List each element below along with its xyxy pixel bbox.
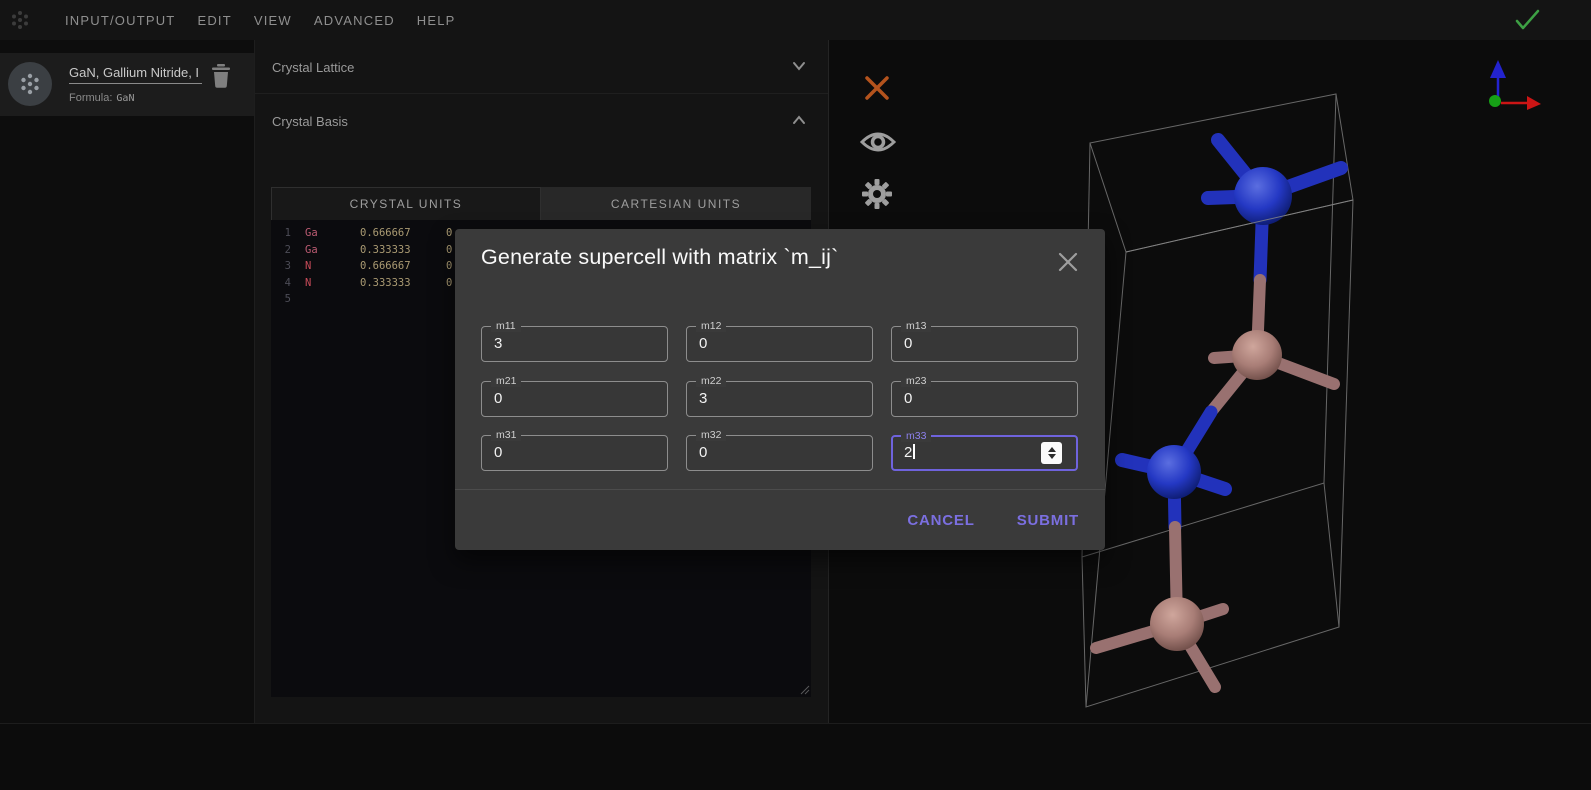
- material-formula-value: GaN: [116, 93, 134, 104]
- main-menu: INPUT/OUTPUT EDIT VIEW ADVANCED HELP: [0, 13, 456, 28]
- text-caret: [913, 444, 915, 459]
- material-name-field[interactable]: GaN, Gallium Nitride, I: [69, 65, 202, 84]
- delete-material-button[interactable]: [209, 63, 233, 89]
- menu-item-help[interactable]: HELP: [417, 13, 456, 28]
- dialog-title: Generate supercell with matrix `m_ij`: [481, 245, 838, 270]
- tab-cartesian-units[interactable]: CARTESIAN UNITS: [541, 187, 811, 220]
- units-tabs: CRYSTAL UNITS CARTESIAN UNITS: [271, 187, 811, 220]
- app-logo-icon: [8, 8, 32, 32]
- atoms-and-bonds: [1096, 140, 1341, 687]
- close-icon[interactable]: [1055, 249, 1081, 275]
- matrix-input-m12[interactable]: m12 0: [686, 326, 873, 362]
- menu-item-edit[interactable]: EDIT: [197, 13, 231, 28]
- materials-designer-app: INPUT/OUTPUT EDIT VIEW ADVANCED HELP GaN: [0, 0, 1591, 790]
- section-label: Crystal Basis: [272, 114, 348, 129]
- matrix-input-m33[interactable]: m33 2: [891, 435, 1078, 471]
- axes-widget: [1489, 60, 1541, 110]
- material-formula: Formula:GaN: [69, 92, 134, 104]
- app-bar: INPUT/OUTPUT EDIT VIEW ADVANCED HELP: [0, 0, 1591, 40]
- saved-check-icon: [1511, 6, 1543, 34]
- material-list-item[interactable]: GaN, Gallium Nitride, I Formula:GaN: [0, 53, 254, 116]
- chevron-up-icon: [792, 115, 806, 125]
- submit-button[interactable]: SUBMIT: [1017, 512, 1079, 529]
- matrix-input-m23[interactable]: m23 0: [891, 381, 1078, 417]
- sidebar: GaN, Gallium Nitride, I Formula:GaN: [0, 40, 255, 723]
- cancel-button[interactable]: CANCEL: [907, 512, 974, 529]
- dialog-footer: CANCEL SUBMIT: [455, 490, 1105, 550]
- matrix-input-m31[interactable]: m31 0: [481, 435, 668, 471]
- matrix-input-m22[interactable]: m22 3: [686, 381, 873, 417]
- matrix-input-m13[interactable]: m13 0: [891, 326, 1078, 362]
- stepper-down-icon[interactable]: [1048, 454, 1056, 459]
- chevron-down-icon: [792, 61, 806, 71]
- viewer-close-icon[interactable]: [863, 74, 891, 102]
- section-crystal-basis[interactable]: Crystal Basis: [255, 94, 828, 152]
- menu-item-view[interactable]: VIEW: [254, 13, 292, 28]
- material-avatar: [8, 62, 52, 106]
- gear-icon[interactable]: [861, 178, 893, 210]
- number-stepper[interactable]: [1041, 442, 1062, 464]
- matrix-input-m21[interactable]: m21 0: [481, 381, 668, 417]
- tab-crystal-units[interactable]: CRYSTAL UNITS: [271, 187, 541, 220]
- editor-resize-handle[interactable]: [798, 683, 810, 695]
- atom-n-blue: [1147, 445, 1201, 499]
- atom-ga-rose: [1150, 597, 1204, 651]
- matrix-input-m32[interactable]: m32 0: [686, 435, 873, 471]
- matrix-input-m11[interactable]: m11 3: [481, 326, 668, 362]
- bottom-strip: [0, 723, 1591, 790]
- stepper-up-icon[interactable]: [1048, 447, 1056, 452]
- section-crystal-lattice[interactable]: Crystal Lattice: [255, 40, 828, 94]
- eye-icon[interactable]: [860, 128, 896, 156]
- generate-supercell-dialog: Generate supercell with matrix `m_ij` m1…: [455, 229, 1105, 550]
- menu-item-advanced[interactable]: ADVANCED: [314, 13, 395, 28]
- section-label: Crystal Lattice: [272, 60, 354, 75]
- atom-ga-rose: [1232, 330, 1282, 380]
- menu-item-input-output[interactable]: INPUT/OUTPUT: [65, 13, 175, 28]
